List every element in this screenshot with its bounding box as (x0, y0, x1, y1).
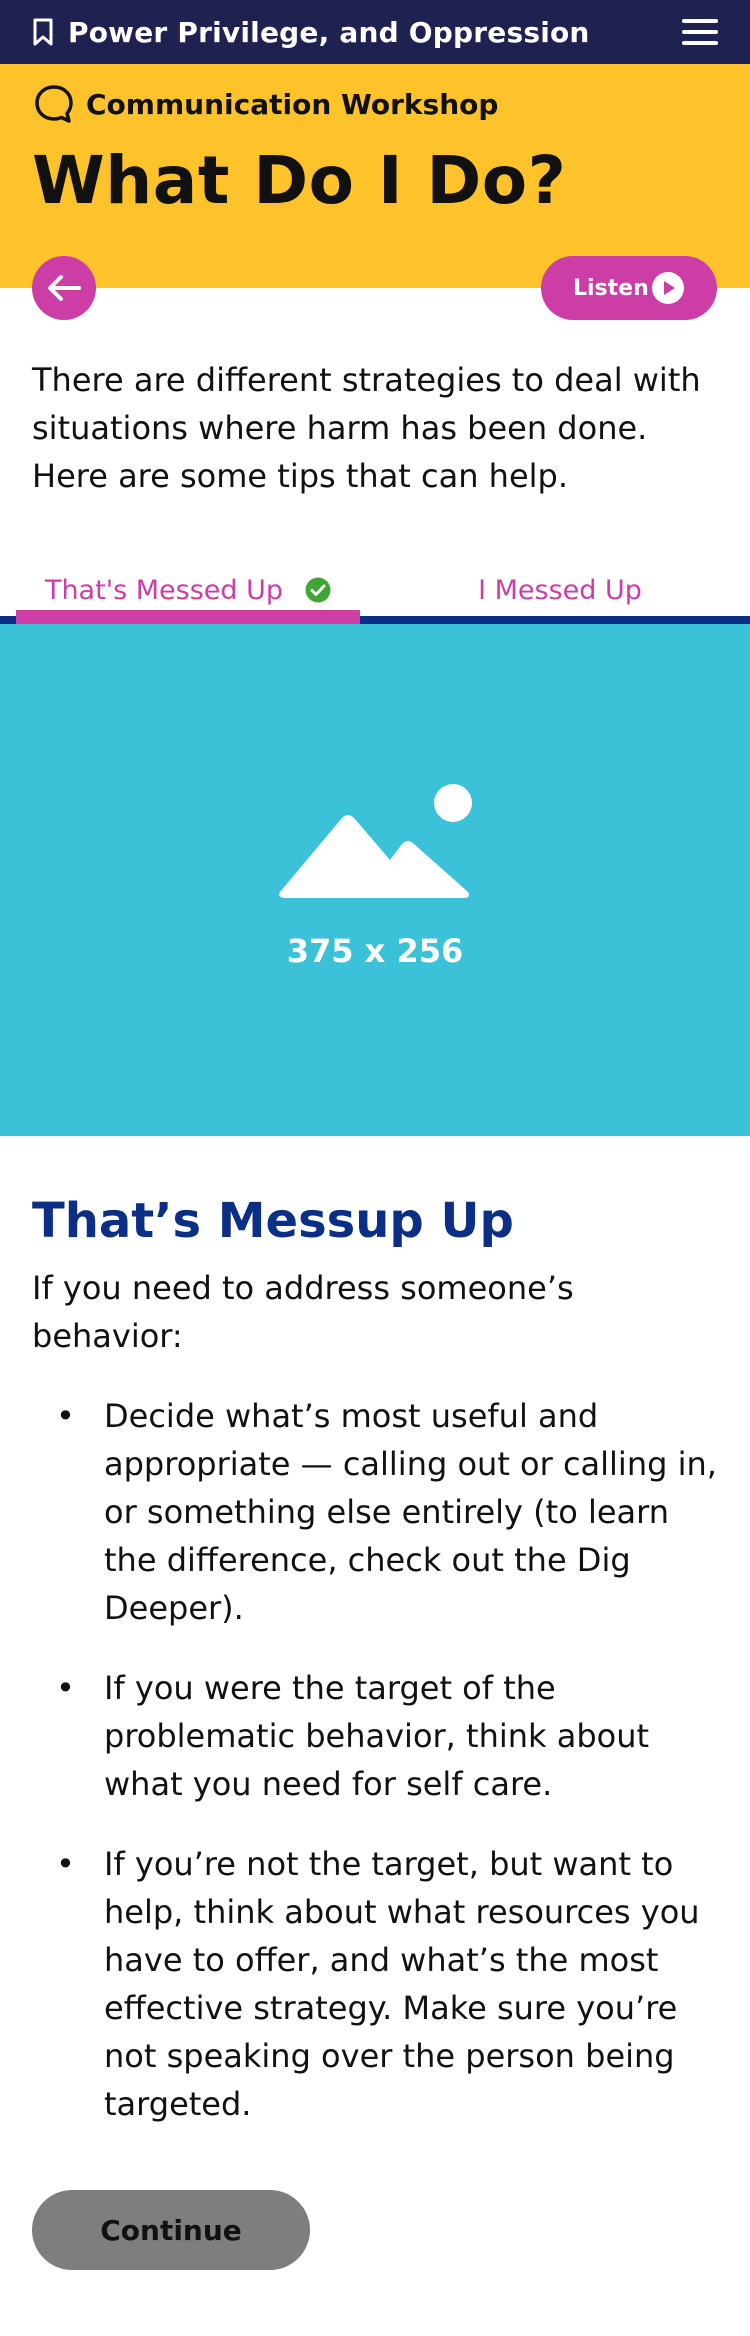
tab-label: I Messed Up (478, 574, 642, 606)
image-mountain-icon (279, 784, 472, 898)
tab-bar: That's Messed Up I Messed Up (0, 556, 750, 624)
hamburger-menu-icon[interactable] (682, 17, 718, 47)
image-dimensions-label: 375 x 256 (286, 932, 464, 970)
image-placeholder: 375 x 256 (0, 624, 750, 1136)
list-item-text: If you’re not the target, but want to he… (104, 1845, 700, 2123)
page-title: What Do I Do? (32, 142, 567, 219)
arrow-left-icon (46, 273, 82, 303)
tips-list: • Decide what’s most useful and appropria… (32, 1392, 722, 2128)
bookmark-icon[interactable] (32, 18, 54, 46)
hero-banner: Communication Workshop What Do I Do? (0, 64, 750, 288)
tab-i-messed-up[interactable]: I Messed Up (400, 556, 720, 624)
back-button[interactable] (32, 256, 96, 320)
listen-label: Listen (573, 275, 649, 301)
active-tab-indicator (16, 610, 360, 624)
tab-label: That's Messed Up (44, 574, 284, 606)
top-bar: Power Privilege, and Oppression (0, 0, 750, 64)
check-circle-icon (305, 577, 331, 603)
bullet: • (56, 1845, 75, 1883)
content-section: That’s Messup Up If you need to address … (32, 1190, 722, 2160)
tab-thats-messed-up[interactable]: That's Messed Up (16, 556, 360, 624)
speech-bubble-icon (32, 82, 76, 126)
list-item: • If you’re not the target, but want to h… (32, 1840, 722, 2128)
bullet: • (56, 1397, 75, 1435)
list-item-text: If you were the target of the problemati… (104, 1669, 650, 1803)
list-item: • Decide what’s most useful and appropria… (32, 1392, 722, 1632)
bullet: • (56, 1669, 75, 1707)
intro-text: There are different strategies to deal w… (32, 361, 701, 495)
listen-button[interactable]: Listen (541, 256, 717, 320)
content-heading: That’s Messup Up (32, 1193, 514, 1249)
list-item: • If you were the target of the problemat… (32, 1664, 722, 1808)
section-label-text: Communication Workshop (86, 87, 499, 121)
content-lead: If you need to address someone’s behavio… (32, 1269, 574, 1355)
play-icon (651, 271, 685, 305)
section-label: Communication Workshop (32, 82, 498, 126)
app-title: Power Privilege, and Oppression (68, 15, 590, 49)
list-item-text: Decide what’s most useful and appropriat… (104, 1397, 717, 1627)
continue-button[interactable]: Continue (32, 2190, 310, 2270)
